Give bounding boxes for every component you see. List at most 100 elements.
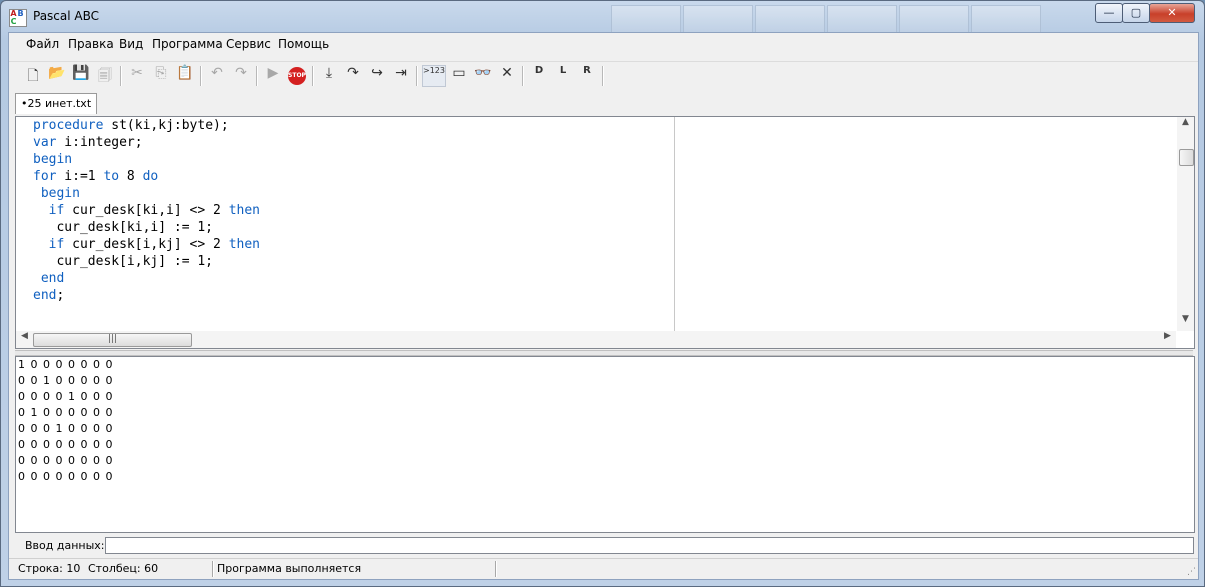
copy-icon[interactable]: ⎘ — [150, 65, 172, 87]
step-into-icon[interactable]: ⤓ — [318, 65, 340, 87]
menu-help[interactable]: Помощь — [278, 37, 329, 51]
maximize-button[interactable]: ▢ — [1122, 3, 1150, 23]
code-line: var i:integer; — [33, 134, 676, 151]
toolbar-separator — [312, 66, 314, 86]
output-line: 0 1 0 0 0 0 0 0 — [18, 406, 113, 419]
code-text: cur_desk[i,kj] := 1; — [33, 254, 214, 269]
paste-icon[interactable]: 📋 — [174, 65, 196, 87]
code-keyword: begin — [33, 152, 73, 167]
menu-file[interactable]: Файл — [26, 37, 59, 51]
code-editor[interactable]: procedure st(ki,kj:byte); var i:integer; b… — [15, 116, 1195, 349]
format-l-icon[interactable]: L — [552, 65, 574, 87]
background-ribbon-ghost — [827, 5, 897, 33]
undo-icon[interactable]: ↶ — [206, 65, 228, 87]
minimize-button[interactable]: — — [1095, 3, 1123, 23]
code-line: procedure st(ki,kj:byte); — [33, 117, 676, 134]
output-line: 0 0 0 0 1 0 0 0 — [18, 390, 113, 403]
window-title: Pascal ABC — [33, 9, 100, 23]
code-keyword: end — [40, 271, 65, 286]
output-line: 0 0 0 0 0 0 0 0 — [18, 470, 113, 483]
new-file-icon[interactable]: 🗋 — [22, 65, 44, 87]
scroll-left-arrow-icon[interactable]: ◀ — [16, 331, 33, 348]
step-out-icon[interactable]: ↪ — [366, 65, 388, 87]
code-line: begin — [33, 151, 676, 168]
code-line: if cur_desk[i,kj] <> 2 then — [33, 236, 676, 253]
output-line: 0 0 1 0 0 0 0 0 — [18, 374, 113, 387]
menu-program[interactable]: Программа — [152, 37, 223, 51]
scroll-down-arrow-icon[interactable]: ▼ — [1177, 314, 1194, 331]
run-to-cursor-icon[interactable]: ⇥ — [390, 65, 412, 87]
code-line: cur_desk[i,kj] := 1; — [33, 253, 676, 270]
save-icon[interactable]: 💾 — [70, 65, 92, 87]
client-area: Файл Правка Вид Программа Сервис Помощь … — [8, 32, 1199, 580]
format-r-icon[interactable]: R — [576, 65, 598, 87]
code-text: ; — [56, 288, 65, 303]
menu-view[interactable]: Вид — [119, 37, 143, 51]
redo-icon[interactable]: ↷ — [230, 65, 252, 87]
stop-button[interactable]: STOP — [286, 65, 308, 87]
cut-icon[interactable]: ✂ — [126, 65, 148, 87]
code-keyword: do — [142, 169, 159, 184]
code-line: cur_desk[ki,i] := 1; — [33, 219, 676, 236]
run-icon[interactable]: ▶ — [262, 65, 284, 87]
scroll-right-arrow-icon[interactable]: ▶ — [1159, 331, 1176, 348]
format-d-icon[interactable]: D — [528, 65, 550, 87]
code-text: cur_desk[ki,i] := 1; — [33, 220, 214, 235]
code-keyword: for — [33, 169, 57, 184]
title-bar[interactable]: AB C Pascal ABC — ▢ ✕ — [1, 1, 1204, 33]
menu-edit[interactable]: Правка — [68, 37, 114, 51]
code-text: cur_desk[ki,i] <> 2 — [64, 203, 229, 218]
background-ribbon-ghost — [683, 5, 753, 33]
menu-service[interactable]: Сервис — [226, 37, 271, 51]
code-text: 8 — [119, 169, 143, 184]
code-text: cur_desk[i,kj] <> 2 — [64, 237, 229, 252]
code-area[interactable]: procedure st(ki,kj:byte); var i:integer; b… — [33, 117, 676, 331]
vertical-scroll-thumb[interactable] — [1179, 149, 1194, 166]
code-line: if cur_desk[ki,i] <> 2 then — [33, 202, 676, 219]
step-over-icon[interactable]: ↷ — [342, 65, 364, 87]
code-text: i:=1 — [56, 169, 104, 184]
status-row: Строка: 10 — [18, 562, 81, 575]
status-separator — [495, 561, 497, 577]
close-icon[interactable]: ✕ — [496, 65, 518, 87]
horizontal-scroll-thumb[interactable]: ||| — [33, 333, 192, 347]
toolbar-separator — [200, 66, 202, 86]
output-line: 0 0 0 0 0 0 0 0 — [18, 438, 113, 451]
close-button[interactable]: ✕ — [1149, 3, 1195, 23]
output-line: 0 0 0 0 0 0 0 0 — [18, 454, 113, 467]
output-window: 1 0 0 0 0 0 0 0 0 0 1 0 0 0 0 0 0 0 0 0 1 … — [15, 356, 1195, 533]
toolbar-separator — [120, 66, 122, 86]
evaluate-icon[interactable]: >123 — [422, 65, 446, 87]
output-line: 1 0 0 0 0 0 0 0 — [18, 358, 113, 371]
background-ribbon-ghost — [611, 5, 681, 33]
background-ribbon-ghost — [755, 5, 825, 33]
code-keyword: if — [48, 237, 65, 252]
input-field[interactable] — [105, 537, 1194, 554]
input-row: Ввод данных: — [9, 536, 1198, 556]
background-ribbon-ghost — [899, 5, 969, 33]
save-all-icon[interactable]: 🗐 — [94, 65, 116, 87]
window-icon[interactable]: ▭ — [448, 65, 470, 87]
background-ribbon-ghost — [971, 5, 1041, 33]
code-keyword: then — [228, 203, 260, 218]
code-keyword: var — [33, 135, 57, 150]
watch-icon[interactable]: 👓 — [472, 65, 494, 87]
pascal-app-icon[interactable]: AB C — [9, 9, 27, 27]
tab-bar: •25 инет.txt — [9, 91, 1198, 115]
code-text: i:integer; — [56, 135, 143, 150]
code-line: begin — [33, 185, 676, 202]
code-keyword: begin — [40, 186, 80, 201]
editor-gutter — [16, 117, 32, 331]
status-bar: Строка: 10 Столбец: 60 Программа выполня… — [9, 558, 1198, 579]
vertical-scrollbar[interactable]: ▲ ▼ — [1177, 117, 1194, 331]
output-line: 0 0 0 1 0 0 0 0 — [18, 422, 113, 435]
toolbar-separator — [522, 66, 524, 86]
resize-grip-icon[interactable]: ⋰ — [1187, 567, 1196, 577]
horizontal-scrollbar[interactable]: ◀ ||| ▶ — [16, 331, 1176, 348]
folder-open-icon[interactable]: 📂 — [46, 65, 68, 87]
tab-file[interactable]: •25 инет.txt — [15, 93, 98, 114]
scroll-up-arrow-icon[interactable]: ▲ — [1177, 117, 1194, 134]
